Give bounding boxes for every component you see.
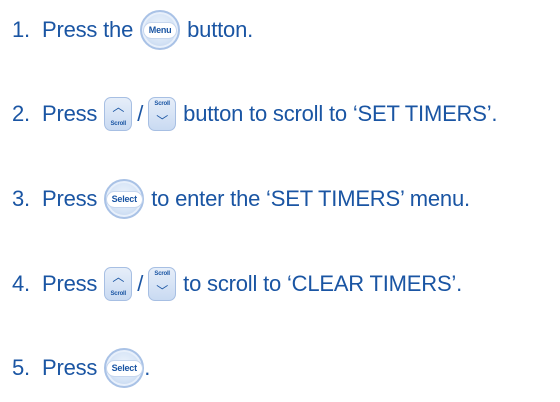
- chevron-down-icon: ﹀: [156, 114, 169, 128]
- select-button-label: Select: [105, 190, 143, 208]
- chevron-up-icon: ︿: [112, 270, 125, 284]
- step-text: Press: [42, 355, 98, 380]
- select-button-label: Select: [105, 359, 143, 377]
- instruction-step-1: 1. Press the Menu button.: [12, 2, 253, 58]
- chevron-down-icon: ﹀: [156, 284, 169, 298]
- instruction-step-2: 2. Press ︿ Scroll / Scroll ﹀ button to s…: [12, 86, 498, 142]
- step-text: .: [144, 355, 151, 380]
- step-text: Press: [42, 101, 98, 126]
- scroll-down-button-icon: Scroll ﹀: [148, 267, 177, 301]
- step-text: to scroll to ‘CLEAR TIMERS’.: [183, 271, 463, 296]
- instruction-step-5: 5. Press Select .: [12, 340, 150, 396]
- select-button-icon: Select: [104, 179, 145, 219]
- menu-button-label: Menu: [142, 21, 178, 39]
- menu-button-icon: Menu: [140, 10, 181, 50]
- step-number: 5.: [12, 355, 30, 380]
- step-text: Press: [42, 186, 98, 211]
- step-number: 3.: [12, 186, 30, 211]
- step-text: Press: [42, 271, 98, 296]
- scroll-up-label: Scroll: [110, 121, 127, 127]
- scroll-down-button-icon: Scroll ﹀: [148, 97, 177, 131]
- scroll-down-label: Scroll: [154, 101, 170, 107]
- step-text: button.: [187, 17, 254, 42]
- separator: /: [137, 271, 144, 296]
- step-number: 4.: [12, 271, 30, 296]
- step-text: Press the: [42, 17, 134, 42]
- step-number: 2.: [12, 101, 30, 126]
- scroll-up-label: Scroll: [110, 291, 127, 297]
- separator: /: [137, 101, 144, 126]
- instruction-step-4: 4. Press ︿ Scroll / Scroll ﹀ to scroll t…: [12, 256, 462, 312]
- select-button-icon: Select: [104, 348, 145, 388]
- scroll-up-button-icon: ︿ Scroll: [104, 97, 133, 131]
- scroll-down-label: Scroll: [154, 271, 170, 277]
- scroll-up-button-icon: ︿ Scroll: [104, 267, 133, 301]
- step-text: button to scroll to ‘SET TIMERS’.: [183, 101, 498, 126]
- chevron-up-icon: ︿: [112, 100, 125, 114]
- instruction-step-3: 3. Press Select to enter the ‘SET TIMERS…: [12, 171, 470, 227]
- step-number: 1.: [12, 17, 30, 42]
- step-text: to enter the ‘SET TIMERS’ menu.: [151, 186, 470, 211]
